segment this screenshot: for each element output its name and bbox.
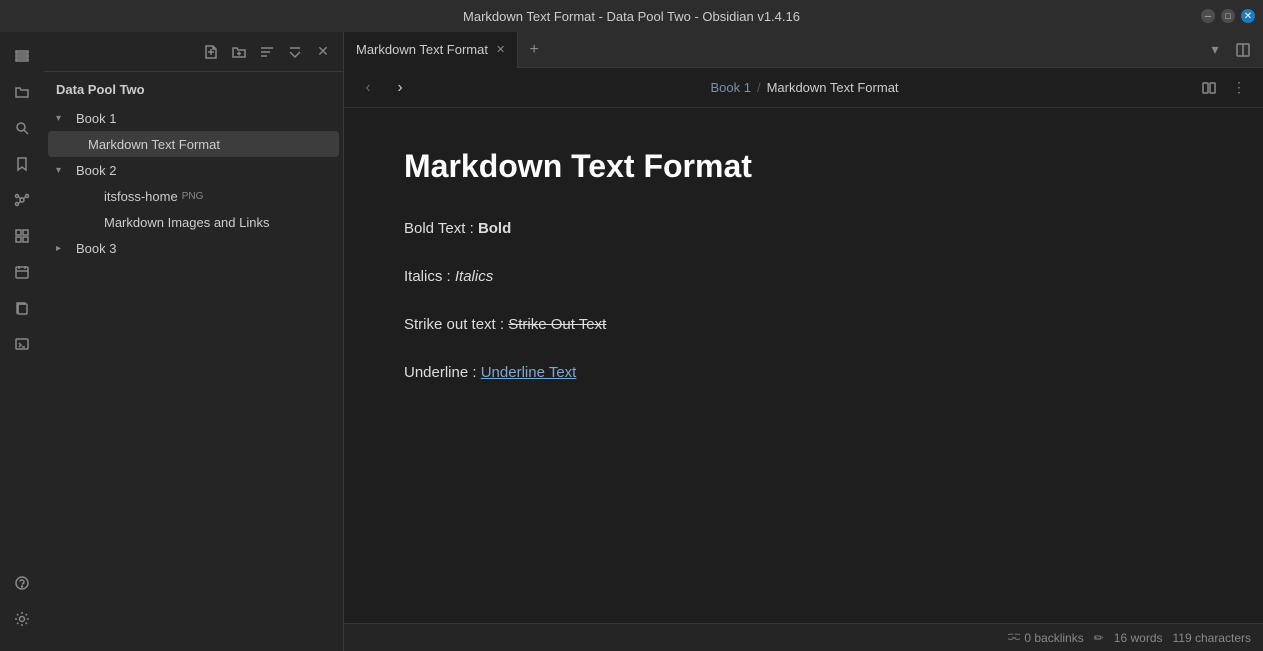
reading-view-icon[interactable] bbox=[1197, 76, 1221, 100]
char-count: 119 characters bbox=[1173, 631, 1252, 645]
underline-text-value: Underline Text bbox=[481, 364, 577, 381]
backlinks-status[interactable]: 0 backlinks bbox=[1008, 631, 1083, 645]
nav-forward-button[interactable]: › bbox=[388, 76, 412, 100]
tree-item-markdown-images[interactable]: ▸ Markdown Images and Links bbox=[48, 209, 339, 235]
search-icon[interactable] bbox=[6, 112, 38, 144]
document-content: Markdown Text Format Bold Text : Bold It… bbox=[344, 108, 1263, 623]
doc-paragraph-bold: Bold Text : Bold bbox=[404, 217, 1203, 241]
chevron-down-icon: ▾ bbox=[56, 113, 68, 124]
tree-item-book2[interactable]: ▾ Book 2 bbox=[48, 157, 339, 183]
close-sidebar-icon[interactable]: ✕ bbox=[311, 40, 335, 64]
tab-label: Markdown Text Format bbox=[356, 42, 488, 57]
breadcrumb-current: Markdown Text Format bbox=[767, 80, 899, 95]
italic-text-value: Italics bbox=[455, 268, 493, 285]
word-count: 16 words bbox=[1114, 631, 1163, 645]
nav-right-controls: ⋮ bbox=[1197, 76, 1251, 100]
tree-item-label: Book 3 bbox=[76, 241, 116, 256]
rail-bottom bbox=[6, 567, 38, 643]
app-layout: ✕ Data Pool Two ▾ Book 1 ▸ Markdown Text… bbox=[0, 32, 1263, 651]
doc-paragraph-underline: Underline : Underline Text bbox=[404, 361, 1203, 385]
bold-text-prefix: Bold Text : bbox=[404, 220, 478, 237]
dropdown-tabs-icon[interactable]: ▾ bbox=[1203, 38, 1227, 62]
breadcrumb-separator: / bbox=[757, 80, 761, 95]
more-options-icon[interactable]: ⋮ bbox=[1227, 76, 1251, 100]
tree-item-book3[interactable]: ▸ Book 3 bbox=[48, 235, 339, 261]
folder-open-icon[interactable] bbox=[6, 76, 38, 108]
graph-icon[interactable] bbox=[6, 184, 38, 216]
tree-item-markdown-text[interactable]: ▸ Markdown Text Format bbox=[48, 131, 339, 157]
char-count-status[interactable]: 119 characters bbox=[1173, 631, 1252, 645]
new-tab-button[interactable]: + bbox=[518, 34, 550, 66]
new-folder-button[interactable] bbox=[227, 40, 251, 64]
tree-item-label: Markdown Images and Links bbox=[104, 215, 269, 230]
calendar-icon[interactable] bbox=[6, 256, 38, 288]
status-bar: 0 backlinks ✏ 16 words 119 characters bbox=[344, 623, 1263, 651]
titlebar-title: Markdown Text Format - Data Pool Two - O… bbox=[463, 9, 800, 24]
bold-text-value: Bold bbox=[478, 220, 511, 237]
bookmark-icon[interactable] bbox=[6, 148, 38, 180]
image-badge: PNG bbox=[182, 191, 204, 202]
strike-text-prefix: Strike out text : bbox=[404, 316, 508, 333]
new-note-button[interactable] bbox=[199, 40, 223, 64]
document-title: Markdown Text Format bbox=[404, 148, 1203, 185]
tree-item-label: Markdown Text Format bbox=[88, 137, 220, 152]
tab-close-button[interactable]: ✕ bbox=[496, 43, 505, 56]
settings-icon[interactable] bbox=[6, 603, 38, 635]
split-view-icon[interactable] bbox=[1231, 38, 1255, 62]
tree-item-label: Book 2 bbox=[76, 163, 116, 178]
backlinks-count: 0 backlinks bbox=[1024, 631, 1083, 645]
icon-rail bbox=[0, 32, 44, 651]
chevron-right-icon: ▸ bbox=[56, 243, 68, 254]
tree-item-book1[interactable]: ▾ Book 1 bbox=[48, 105, 339, 131]
content-nav: ‹ › Book 1 / Markdown Text Format ⋮ bbox=[344, 68, 1263, 108]
titlebar: Markdown Text Format - Data Pool Two - O… bbox=[0, 0, 1263, 32]
nav-back-button[interactable]: ‹ bbox=[356, 76, 380, 100]
main-area: Markdown Text Format ✕ + ▾ ‹ › Book 1 / … bbox=[344, 32, 1263, 651]
titlebar-controls: ─ □ ✕ bbox=[1201, 9, 1255, 23]
tree-item-itsfoss-home[interactable]: ▸ itsfoss-home PNG bbox=[48, 183, 339, 209]
underline-text-prefix: Underline : bbox=[404, 364, 481, 381]
doc-paragraph-italic: Italics : Italics bbox=[404, 265, 1203, 289]
help-center-icon[interactable] bbox=[6, 567, 38, 599]
copy-icon[interactable] bbox=[6, 292, 38, 324]
tree-item-label: Book 1 bbox=[76, 111, 116, 126]
strike-text-value: Strike Out Text bbox=[508, 316, 606, 333]
tab-markdown-text[interactable]: Markdown Text Format ✕ bbox=[344, 32, 518, 68]
tree-item-label: itsfoss-home bbox=[104, 189, 178, 204]
terminal-icon[interactable] bbox=[6, 328, 38, 360]
doc-paragraph-strike: Strike out text : Strike Out Text bbox=[404, 313, 1203, 337]
tab-bar: Markdown Text Format ✕ + ▾ bbox=[344, 32, 1263, 68]
breadcrumb: Book 1 / Markdown Text Format bbox=[420, 80, 1189, 95]
edit-icon-status: ✏ bbox=[1094, 631, 1104, 645]
sidebar-toggle-icon[interactable] bbox=[6, 40, 38, 72]
chevron-down-icon: ▾ bbox=[56, 165, 68, 176]
word-count-status[interactable]: 16 words bbox=[1114, 631, 1163, 645]
breadcrumb-parent[interactable]: Book 1 bbox=[710, 80, 750, 95]
tab-right-controls: ▾ bbox=[1203, 38, 1263, 62]
sidebar: ✕ Data Pool Two ▾ Book 1 ▸ Markdown Text… bbox=[44, 32, 344, 651]
sidebar-toolbar: ✕ bbox=[44, 32, 343, 72]
close-button[interactable]: ✕ bbox=[1241, 9, 1255, 23]
restore-button[interactable]: □ bbox=[1221, 9, 1235, 23]
minimize-button[interactable]: ─ bbox=[1201, 9, 1215, 23]
italic-text-prefix: Italics : bbox=[404, 268, 455, 285]
file-tree: ▾ Book 1 ▸ Markdown Text Format ▾ Book 2… bbox=[44, 103, 343, 651]
collapse-all-icon[interactable] bbox=[283, 40, 307, 64]
sidebar-vault-title: Data Pool Two bbox=[44, 72, 343, 103]
blocks-icon[interactable] bbox=[6, 220, 38, 252]
sort-icon[interactable] bbox=[255, 40, 279, 64]
